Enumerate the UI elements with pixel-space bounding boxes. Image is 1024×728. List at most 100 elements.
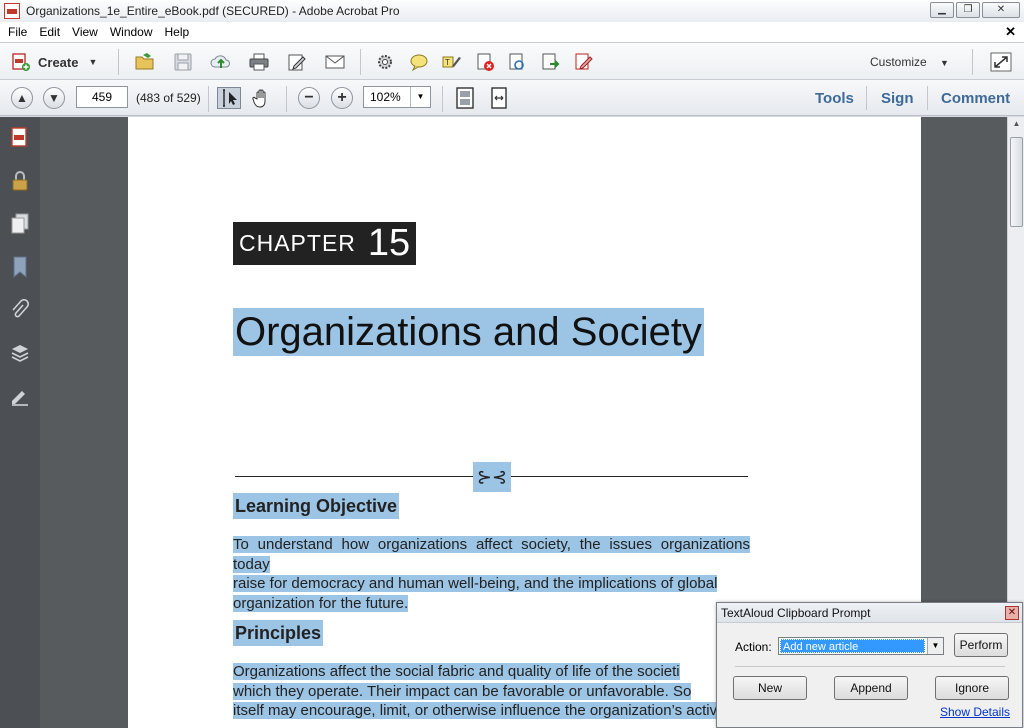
create-icon — [12, 53, 30, 71]
navigation-pane — [0, 117, 40, 728]
learning-objective-heading: Learning Objective — [233, 493, 400, 519]
textaloud-clipboard-dialog: TextAloud Clipboard Prompt ✕ Action: Add… — [716, 602, 1023, 728]
action-label: Action: — [735, 640, 772, 654]
fullscreen-icon[interactable] — [990, 52, 1012, 72]
chapter-title: Organizations and Society — [233, 308, 704, 356]
export-icon[interactable] — [540, 52, 562, 72]
upload-icon[interactable] — [210, 52, 232, 72]
hand-tool-icon[interactable] — [251, 87, 273, 109]
learning-objective-text: To understand how organizations affect s… — [233, 535, 750, 613]
comment-icon[interactable] — [408, 52, 430, 72]
lock-icon[interactable] — [10, 170, 30, 192]
scroll-thumb[interactable] — [1010, 137, 1023, 227]
window-controls: ▁ ❐ ✕ — [930, 2, 1020, 18]
text-line: which they operate. Their impact can be … — [233, 682, 692, 700]
bookmark-icon[interactable] — [10, 256, 30, 278]
menu-window[interactable]: Window — [104, 25, 159, 39]
append-button[interactable]: Append — [834, 676, 908, 700]
scan-icon[interactable] — [506, 52, 528, 72]
action-select[interactable]: Add new article ▼ — [778, 637, 944, 655]
dialog-close-icon[interactable]: ✕ — [1005, 606, 1019, 620]
layers-icon[interactable] — [10, 342, 30, 364]
pane-divider — [866, 86, 867, 110]
principles-heading: Principles — [233, 620, 324, 646]
copy-icon[interactable] — [10, 213, 30, 235]
arrow-down-icon: ▼ — [48, 91, 60, 105]
gear-icon[interactable] — [374, 52, 396, 72]
zoom-out-button[interactable]: − — [298, 87, 320, 109]
menu-file[interactable]: File — [2, 25, 33, 39]
toolbar-divider — [360, 49, 361, 75]
pages-panel-icon[interactable] — [10, 127, 30, 149]
edit-icon[interactable] — [286, 52, 308, 72]
text-line: itself may encourage, limit, or otherwis… — [233, 702, 718, 720]
email-icon[interactable] — [324, 52, 346, 72]
svg-text:T: T — [445, 58, 450, 67]
text-line: To understand how organizations affect s… — [233, 536, 750, 573]
customize-button[interactable]: Customize ▼ — [870, 55, 949, 69]
close-document-icon[interactable]: ✕ — [1005, 24, 1016, 40]
pane-divider — [927, 86, 928, 110]
create-button[interactable]: Create ▼ — [10, 52, 97, 72]
sign-icon[interactable] — [573, 52, 595, 72]
comment-pane-link[interactable]: Comment — [941, 90, 1010, 107]
save-icon[interactable] — [172, 52, 194, 72]
zoom-select[interactable]: 102% ▼ — [363, 86, 431, 108]
print-icon[interactable] — [248, 52, 270, 72]
tools-pane-link[interactable]: Tools — [815, 90, 854, 107]
text-line: raise for democracy and human well-being… — [233, 575, 718, 593]
sign-pane-link[interactable]: Sign — [881, 90, 914, 107]
previous-page-button[interactable]: ▲ — [11, 87, 33, 109]
signature-icon[interactable] — [10, 385, 30, 407]
chevron-down-icon[interactable]: ▼ — [927, 638, 943, 654]
zoom-in-button[interactable]: + — [331, 87, 353, 109]
delete-icon[interactable] — [474, 52, 496, 72]
create-dropdown-icon: ▼ — [88, 57, 98, 67]
next-page-button[interactable]: ▼ — [43, 87, 65, 109]
menu-help[interactable]: Help — [159, 25, 196, 39]
customize-dropdown-icon: ▼ — [940, 58, 949, 68]
attachment-icon[interactable] — [10, 299, 30, 321]
select-cursor-icon[interactable] — [217, 87, 241, 109]
plus-icon: + — [337, 89, 347, 106]
fit-width-icon[interactable] — [487, 86, 511, 110]
menu-edit[interactable]: Edit — [33, 25, 66, 39]
window-title: Organizations_1e_Entire_eBook.pdf (SECUR… — [26, 4, 400, 18]
chapter-word: CHAPTER — [239, 230, 356, 256]
chapter-number: 15 — [367, 222, 411, 264]
dialog-divider — [735, 666, 1005, 667]
fit-page-icon[interactable] — [453, 86, 477, 110]
toolbar-divider — [208, 86, 209, 112]
minus-icon: − — [304, 89, 314, 106]
chapter-label: CHAPTER 15 — [233, 222, 416, 265]
zoom-dropdown-icon[interactable]: ▼ — [410, 87, 430, 107]
restore-button[interactable]: ❐ — [956, 2, 980, 18]
minimize-button[interactable]: ▁ — [930, 2, 954, 18]
ignore-button[interactable]: Ignore — [935, 676, 1009, 700]
arrow-up-icon: ▲ — [16, 91, 28, 105]
menu-bar: File Edit View Window Help ✕ — [0, 22, 1024, 42]
ornament-rule-left — [235, 476, 473, 477]
toolbar-divider — [442, 86, 443, 112]
principles-text: Organizations affect the social fabric a… — [233, 662, 750, 721]
dialog-title: TextAloud Clipboard Prompt — [717, 603, 1022, 623]
perform-button[interactable]: Perform — [954, 633, 1008, 657]
text-line: organization for the future. — [233, 594, 409, 612]
action-selected-value: Add new article — [780, 639, 925, 653]
scroll-up-icon[interactable]: ▲ — [1010, 119, 1023, 134]
toolbar-divider — [972, 49, 973, 75]
text-line: Organizations affect the social fabric a… — [233, 663, 680, 680]
acrobat-app-icon — [4, 3, 20, 19]
menu-view[interactable]: View — [66, 25, 104, 39]
show-details-link[interactable]: Show Details — [940, 705, 1010, 719]
close-window-button[interactable]: ✕ — [982, 2, 1020, 18]
customize-label: Customize — [870, 55, 927, 69]
zoom-value: 102% — [370, 90, 401, 104]
new-button[interactable]: New — [733, 676, 807, 700]
highlight-icon[interactable]: T — [440, 52, 462, 72]
toolbar-divider — [118, 49, 119, 75]
main-toolbar: Create ▼ T Customize ▼ — [0, 42, 1024, 80]
open-icon[interactable] — [134, 52, 156, 72]
create-label: Create — [38, 54, 79, 70]
page-number-input[interactable]: 459 — [76, 86, 128, 108]
